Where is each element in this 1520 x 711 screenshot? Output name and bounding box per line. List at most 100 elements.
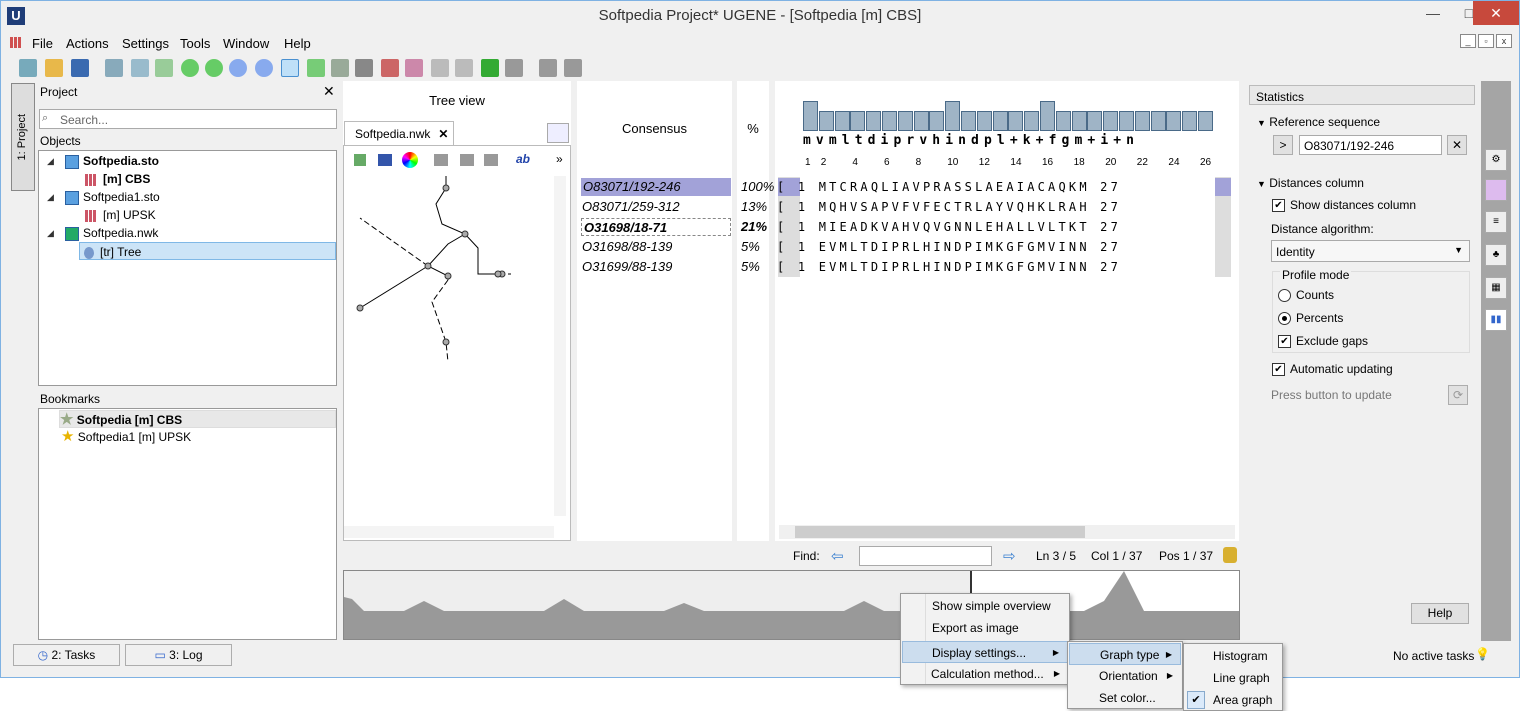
show-distances-checkbox[interactable]: ✔ Show distances column: [1272, 198, 1416, 213]
menu-item-graph-type[interactable]: Graph type ▶: [1069, 643, 1181, 665]
tab-close-icon[interactable]: ✕: [438, 127, 448, 141]
percents-radio[interactable]: Percents: [1278, 311, 1343, 326]
menu-item-line-graph[interactable]: Line graph: [1213, 667, 1270, 689]
project-side-tab[interactable]: 1: Project: [11, 83, 35, 191]
menu-item-orientation[interactable]: Orientation ▶: [1069, 665, 1181, 687]
shift-icon[interactable]: [505, 59, 523, 77]
tree-item-softpedia-nwk[interactable]: Softpedia.nwk: [65, 224, 158, 242]
new-project-icon[interactable]: [19, 59, 37, 77]
export-icon[interactable]: [131, 59, 149, 77]
tree-item-softpedia-sto[interactable]: Softpedia.sto: [65, 152, 159, 170]
alignment-horizontal-scrollbar[interactable]: [779, 525, 1235, 539]
exclude-gaps-checkbox[interactable]: ✔ Exclude gaps: [1278, 334, 1368, 349]
alignment-row[interactable]: [ 1 EVMLTDIPRLHINDPIMKGFGMVINN 27: [777, 238, 1121, 256]
sequence-name-row[interactable]: O31698/18-71: [581, 218, 731, 236]
menu-window[interactable]: Window: [223, 36, 269, 51]
tree-sync-icon[interactable]: [547, 123, 569, 143]
checkbox-icon[interactable]: ✔: [1272, 199, 1285, 213]
menu-help[interactable]: Help: [284, 36, 311, 51]
counts-radio[interactable]: Counts: [1278, 288, 1334, 303]
alignment-row[interactable]: [ 1 EVMLTDIPRLHINDPIMKGFGMVINN 27: [777, 258, 1121, 276]
align-icon[interactable]: [307, 59, 325, 77]
mdi-close-button[interactable]: x: [1496, 34, 1512, 48]
pairwise-align-icon[interactable]: ≡: [1485, 211, 1507, 233]
sequence-name-row[interactable]: O83071/192-246: [581, 178, 731, 196]
collapse-icon[interactable]: [539, 59, 557, 77]
help-button[interactable]: Help: [1411, 603, 1469, 624]
alignment-row[interactable]: [ 1 MIEADKVAHVQVGNNLEHALLVLTKT 27: [777, 218, 1121, 236]
log-button[interactable]: ▭ 3: Log: [125, 644, 232, 666]
tree-item-softpedia1-sto[interactable]: Softpedia1.sto: [65, 188, 160, 206]
simple-overview[interactable]: [343, 570, 1240, 640]
statistics-icon[interactable]: ▮▮: [1485, 309, 1507, 331]
more-chevron-icon[interactable]: »: [556, 152, 563, 166]
save-icon[interactable]: [71, 59, 89, 77]
color-wheel-icon[interactable]: [402, 152, 418, 168]
menu-item-histogram[interactable]: Histogram: [1213, 645, 1268, 667]
highlight-icon[interactable]: [405, 59, 423, 77]
checkbox-icon[interactable]: ✔: [1278, 335, 1291, 349]
color-scheme-icon[interactable]: [381, 59, 399, 77]
tree-rotate-icon[interactable]: [484, 154, 498, 166]
zoom-in-icon[interactable]: [181, 59, 199, 77]
clear-reference-button[interactable]: ✕: [1447, 135, 1467, 155]
zoom-reset-icon[interactable]: [255, 59, 273, 77]
copy-icon[interactable]: [105, 59, 123, 77]
project-close-icon[interactable]: ✕: [323, 83, 335, 100]
menu-item-area-graph[interactable]: Area graph: [1213, 689, 1272, 711]
tab-softpedia-nwk[interactable]: Softpedia.nwk ✕: [344, 121, 454, 145]
bookmark-item[interactable]: ★ Softpedia [m] CBS: [59, 410, 336, 428]
mdi-minimize-button[interactable]: _: [1460, 34, 1476, 48]
menu-settings[interactable]: Settings: [122, 36, 169, 51]
import-icon[interactable]: [155, 59, 173, 77]
sequence-name-row[interactable]: O31699/88-139: [582, 258, 672, 276]
tree-collapse-icon[interactable]: [434, 154, 448, 166]
alignment-row[interactable]: [ 1 MTCRAQLIAVPRASSLAEAIACAQKM 27: [777, 178, 1121, 196]
menu-item-show-overview[interactable]: Show simple overview: [932, 595, 1051, 617]
tree-vertical-scrollbar[interactable]: [554, 176, 566, 516]
general-settings-icon[interactable]: ⚙: [1485, 149, 1507, 171]
tree-layout-icon[interactable]: [354, 154, 366, 166]
sort-icon[interactable]: [355, 59, 373, 77]
radio-icon[interactable]: [1278, 289, 1291, 303]
find-prev-icon[interactable]: ⇦: [831, 547, 844, 565]
reference-sequence-label[interactable]: ▼ Reference sequence: [1257, 115, 1380, 129]
project-search-input[interactable]: Search...: [39, 109, 337, 129]
find-input[interactable]: [859, 546, 992, 566]
tree-labels-icon[interactable]: ab: [516, 152, 530, 166]
redo-icon[interactable]: [455, 59, 473, 77]
tree-item-tree[interactable]: [tr] Tree: [79, 242, 336, 260]
tree-item-cbs[interactable]: [m] CBS: [85, 170, 150, 188]
undo-icon[interactable]: [431, 59, 449, 77]
algorithm-select[interactable]: Identity ▼: [1271, 240, 1470, 262]
bookmark-item[interactable]: ★ Softpedia1 [m] UPSK: [61, 428, 191, 446]
menu-item-calculation-method[interactable]: Calculation method... ▶: [902, 663, 1068, 685]
tasks-button[interactable]: ◷ 2: Tasks: [13, 644, 120, 666]
scrollbar-thumb[interactable]: [795, 526, 1085, 538]
menu-tools[interactable]: Tools: [180, 36, 210, 51]
export-consensus-icon[interactable]: ▦: [1485, 277, 1507, 299]
auto-update-checkbox[interactable]: ✔ Automatic updating: [1272, 362, 1393, 377]
menu-actions[interactable]: Actions: [66, 36, 109, 51]
expand-triangle-icon[interactable]: ◢: [47, 156, 54, 167]
sequence-name-row[interactable]: O83071/259-312: [582, 198, 680, 216]
tree-item-upsk[interactable]: [m] UPSK: [85, 206, 156, 224]
menu-item-set-color[interactable]: Set color...: [1099, 687, 1156, 709]
tree-horizontal-scrollbar[interactable]: [344, 526, 554, 538]
tree-settings-icon[interactable]: ♣: [1485, 244, 1507, 266]
overview-toggle-icon[interactable]: [281, 59, 299, 77]
build-tree-icon[interactable]: [331, 59, 349, 77]
zoom-out-icon[interactable]: [205, 59, 223, 77]
lock-icon[interactable]: [1223, 547, 1237, 563]
radio-icon[interactable]: [1278, 312, 1291, 326]
zoom-fit-icon[interactable]: [229, 59, 247, 77]
checkbox-icon[interactable]: ✔: [1272, 363, 1285, 377]
minimize-button[interactable]: —: [1413, 1, 1453, 25]
highlighting-icon[interactable]: [1485, 179, 1507, 201]
menu-item-export-image[interactable]: Export as image: [932, 617, 1019, 639]
menu-item-display-settings[interactable]: Display settings... ▶: [902, 641, 1068, 663]
close-window-button[interactable]: ✕: [1473, 1, 1519, 25]
distances-column-label[interactable]: ▼ Distances column: [1257, 176, 1364, 190]
expand-icon[interactable]: [564, 59, 582, 77]
mdi-restore-button[interactable]: ▫: [1478, 34, 1494, 48]
